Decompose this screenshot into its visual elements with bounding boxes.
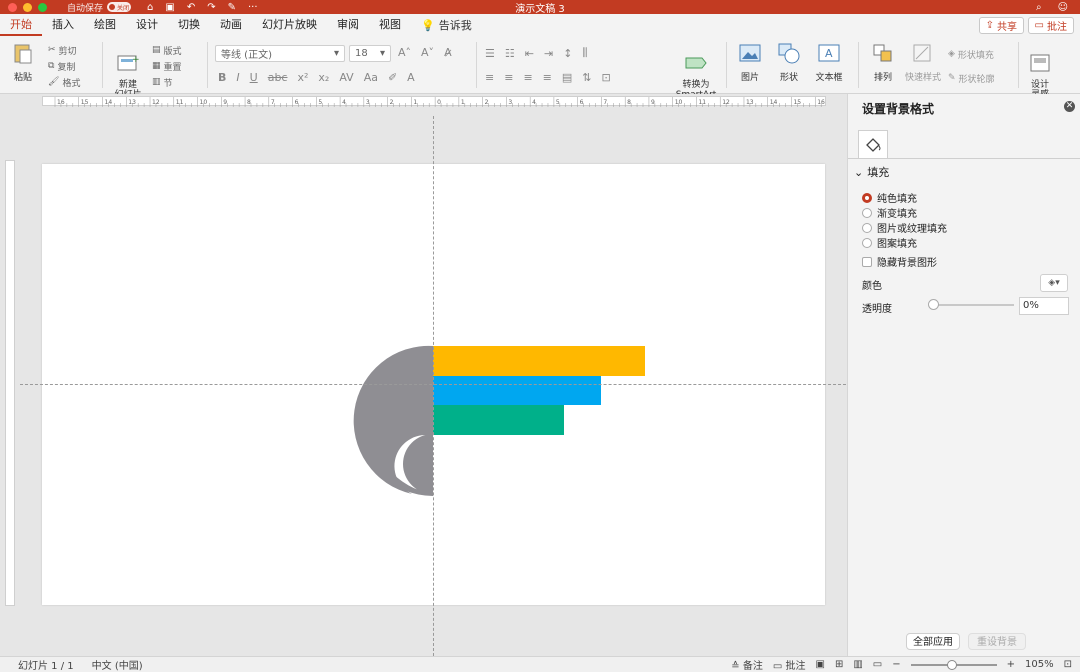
zoom-slider[interactable] bbox=[910, 659, 997, 670]
radio-picture-fill[interactable] bbox=[862, 222, 872, 233]
separator bbox=[858, 42, 859, 88]
reading-view-icon[interactable]: ▥ bbox=[853, 659, 862, 670]
green-bar-shape[interactable] bbox=[433, 405, 564, 435]
titlebar-right: ⌕ ☺ bbox=[1036, 2, 1068, 13]
transparency-slider-thumb[interactable] bbox=[928, 299, 939, 310]
fill-section-label: 填充 bbox=[867, 166, 890, 179]
arrange-label: 排列 bbox=[873, 73, 892, 83]
fill-tab[interactable] bbox=[858, 130, 888, 158]
transparency-label: 透明度 bbox=[862, 304, 892, 315]
search-icon[interactable]: ⌕ bbox=[1036, 2, 1042, 13]
quick-styles-icon bbox=[913, 44, 931, 62]
color-label: 颜色 bbox=[862, 281, 882, 292]
solid-fill-label: 纯色填充 bbox=[877, 194, 917, 205]
shape-fill-label: 形状填充 bbox=[957, 50, 994, 61]
status-bar: 幻灯片 1 / 1 中文 (中国) ≙ 备注 ▭ 批注 ▣ ⊞ ▥ ▭ − + … bbox=[0, 656, 1080, 672]
hide-bg-graphics-checkbox[interactable] bbox=[862, 256, 872, 267]
chevron-down-icon: ⌄ bbox=[854, 165, 864, 179]
share-button[interactable]: ⇪ 共享 bbox=[978, 17, 1024, 34]
pattern-fill-label: 图案填充 bbox=[877, 239, 917, 250]
hide-bg-graphics-option[interactable]: 隐藏背景图形 bbox=[862, 254, 937, 269]
comment-icon: ▭ bbox=[1034, 20, 1044, 31]
notes-label: 备注 bbox=[742, 661, 763, 672]
shape-outline-button[interactable]: ✎ 形状轮廓 bbox=[948, 70, 995, 86]
gradient-fill-label: 渐变填充 bbox=[877, 209, 917, 220]
slide-graphics bbox=[353, 345, 645, 496]
language-indicator[interactable]: 中文 (中国) bbox=[92, 657, 143, 672]
comments-button[interactable]: ▭ 批注 bbox=[1027, 17, 1074, 34]
hide-bg-graphics-label: 隐藏背景图形 bbox=[877, 258, 937, 269]
apply-all-button[interactable]: 全部应用 bbox=[906, 633, 960, 650]
paint-bucket-icon bbox=[866, 137, 881, 152]
arrange-button[interactable]: 排列 bbox=[866, 42, 900, 83]
yellow-bar-shape[interactable] bbox=[433, 346, 645, 376]
status-comments-label: 批注 bbox=[785, 661, 806, 672]
notes-button[interactable]: ≙ 备注 bbox=[731, 657, 763, 672]
share-icon: ⇪ bbox=[985, 20, 994, 31]
share-label: 共享 bbox=[997, 22, 1017, 33]
fill-section-header[interactable]: ⌄ 填充 bbox=[854, 164, 889, 180]
shape-format-buttons: ◈ 形状填充 ✎ 形状轮廓 bbox=[948, 46, 995, 86]
pane-title: 设置背景格式 bbox=[862, 102, 935, 116]
normal-view-icon[interactable]: ▣ bbox=[815, 659, 824, 670]
transparency-input[interactable]: 0% bbox=[1019, 297, 1069, 315]
quick-styles-label: 快速样式 bbox=[904, 73, 941, 83]
notes-icon: ≙ bbox=[731, 661, 743, 672]
design-ideas-icon bbox=[1030, 54, 1050, 72]
color-picker-button[interactable]: ◈ ▾ bbox=[1040, 274, 1068, 292]
zoom-in-icon[interactable]: + bbox=[1007, 659, 1015, 670]
chevron-down-icon: ▾ bbox=[1055, 278, 1060, 288]
radio-pattern-fill[interactable] bbox=[862, 237, 872, 248]
pattern-fill-option[interactable]: 图案填充 bbox=[862, 235, 917, 250]
quick-styles-button[interactable]: 快速样式 bbox=[904, 42, 942, 83]
blue-bar-shape[interactable] bbox=[433, 376, 601, 405]
close-icon[interactable]: ✕ bbox=[1064, 101, 1075, 112]
zoom-out-icon[interactable]: − bbox=[892, 659, 900, 670]
arrange-icon bbox=[873, 44, 892, 62]
radio-gradient-fill[interactable] bbox=[862, 207, 872, 218]
format-background-pane: 设置背景格式 ✕ ⌄ 填充 纯色填充 渐变填充 图片或纹理填充 图案填充 隐藏背… bbox=[847, 94, 1080, 656]
paint-bucket-icon: ◈ bbox=[1048, 278, 1056, 288]
slideshow-icon[interactable]: ▭ bbox=[873, 659, 882, 670]
slide-counter: 幻灯片 1 / 1 bbox=[18, 661, 74, 672]
zoom-level[interactable]: 105% bbox=[1025, 659, 1054, 670]
status-right: ≙ 备注 ▭ 批注 ▣ ⊞ ▥ ▭ − + 105% ⊡ bbox=[731, 657, 1072, 672]
paint-bucket-icon: ◈ bbox=[948, 49, 955, 59]
picture-fill-label: 图片或纹理填充 bbox=[877, 224, 947, 235]
transparency-slider[interactable] bbox=[932, 304, 1014, 306]
comments-label: 批注 bbox=[1047, 22, 1067, 33]
reset-background-button[interactable]: 重设背景 bbox=[968, 633, 1026, 650]
horizontal-guide[interactable] bbox=[20, 384, 846, 385]
slide-sorter-icon[interactable]: ⊞ bbox=[835, 659, 843, 670]
vertical-guide[interactable] bbox=[433, 116, 434, 656]
comment-icon: ▭ bbox=[772, 661, 786, 672]
pen-icon: ✎ bbox=[948, 73, 956, 83]
picture-fill-option[interactable]: 图片或纹理填充 bbox=[862, 220, 947, 235]
radio-solid-fill[interactable] bbox=[862, 192, 872, 203]
solid-fill-option[interactable]: 纯色填充 bbox=[862, 190, 917, 205]
fit-to-window-icon[interactable]: ⊡ bbox=[1064, 659, 1072, 670]
divider bbox=[848, 158, 1080, 159]
shape-fill-button[interactable]: ◈ 形状填充 bbox=[948, 46, 995, 62]
zoom-slider-thumb[interactable] bbox=[946, 659, 957, 670]
separator bbox=[1018, 42, 1019, 88]
account-icon[interactable]: ☺ bbox=[1058, 2, 1068, 13]
status-comments-button[interactable]: ▭ 批注 bbox=[773, 657, 806, 672]
gradient-fill-option[interactable]: 渐变填充 bbox=[862, 205, 917, 220]
shape-outline-label: 形状轮廓 bbox=[958, 74, 995, 85]
